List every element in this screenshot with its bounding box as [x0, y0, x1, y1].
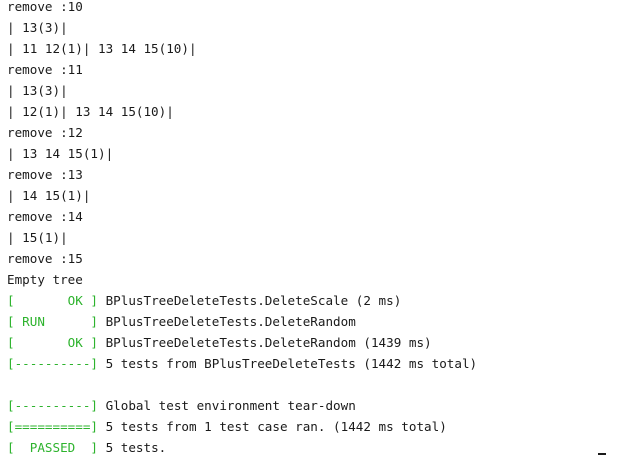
line-text: BPlusTreeDeleteTests.DeleteRandom (1439 … — [98, 335, 432, 350]
output-line: [ OK ] BPlusTreeDeleteTests.DeleteScale … — [7, 294, 637, 315]
output-line: remove :11 — [7, 63, 637, 84]
output-line: | 11 12(1)| 13 14 15(10)| — [7, 42, 637, 63]
line-text: | 15(1)| — [7, 230, 68, 245]
output-line: [ RUN ] BPlusTreeDeleteTests.DeleteRando… — [7, 315, 637, 336]
line-text: remove :10 — [7, 0, 83, 14]
output-line: [----------] 5 tests from BPlusTreeDelet… — [7, 357, 637, 378]
gtest-status-tag: [ PASSED ] — [7, 440, 98, 455]
output-line: | 13(3)| — [7, 84, 637, 105]
output-line: remove :15 — [7, 252, 637, 273]
line-text: | 14 15(1)| — [7, 188, 91, 203]
output-line: remove :10 — [7, 0, 637, 21]
line-text: 5 tests from 1 test case ran. (1442 ms t… — [98, 419, 447, 434]
line-text: | 11 12(1)| 13 14 15(10)| — [7, 41, 197, 56]
output-line: remove :12 — [7, 126, 637, 147]
line-text: | 13 14 15(1)| — [7, 146, 114, 161]
gtest-status-tag: [----------] — [7, 356, 98, 371]
line-text: | 12(1)| 13 14 15(10)| — [7, 104, 174, 119]
line-text: remove :11 — [7, 62, 83, 77]
line-text: remove :14 — [7, 209, 83, 224]
line-text: 5 tests. — [98, 440, 167, 455]
gtest-status-tag: [ RUN ] — [7, 314, 98, 329]
gtest-status-tag: [ OK ] — [7, 335, 98, 350]
output-line: [ PASSED ] 5 tests. — [7, 441, 637, 462]
gtest-status-tag: [ OK ] — [7, 293, 98, 308]
line-text: 5 tests from BPlusTreeDeleteTests (1442 … — [98, 356, 478, 371]
output-line: [----------] Global test environment tea… — [7, 399, 637, 420]
line-text: | 13(3)| — [7, 83, 68, 98]
output-line: [==========] 5 tests from 1 test case ra… — [7, 420, 637, 441]
line-text: Empty tree — [7, 272, 83, 287]
line-text: remove :13 — [7, 167, 83, 182]
output-line: remove :13 — [7, 168, 637, 189]
gtest-status-tag: [==========] — [7, 419, 98, 434]
line-text: BPlusTreeDeleteTests.DeleteRandom — [98, 314, 356, 329]
line-text: Global test environment tear-down — [98, 398, 356, 413]
output-line: | 13 14 15(1)| — [7, 147, 637, 168]
line-text: remove :12 — [7, 125, 83, 140]
output-line: [ OK ] BPlusTreeDeleteTests.DeleteRandom… — [7, 336, 637, 357]
output-line: Empty tree — [7, 273, 637, 294]
output-line: | 12(1)| 13 14 15(10)| — [7, 105, 637, 126]
output-line: remove :14 — [7, 210, 637, 231]
line-text: | 13(3)| — [7, 20, 68, 35]
gtest-status-tag: [----------] — [7, 398, 98, 413]
output-line: | 13(3)| — [7, 21, 637, 42]
text-cursor — [598, 453, 606, 455]
line-text: remove :15 — [7, 251, 83, 266]
terminal-output[interactable]: remove :10 | 13(3)| | 11 12(1)| 13 14 15… — [7, 0, 637, 457]
output-line: | 15(1)| — [7, 231, 637, 252]
output-line: | 14 15(1)| — [7, 189, 637, 210]
line-text: BPlusTreeDeleteTests.DeleteScale (2 ms) — [98, 293, 402, 308]
